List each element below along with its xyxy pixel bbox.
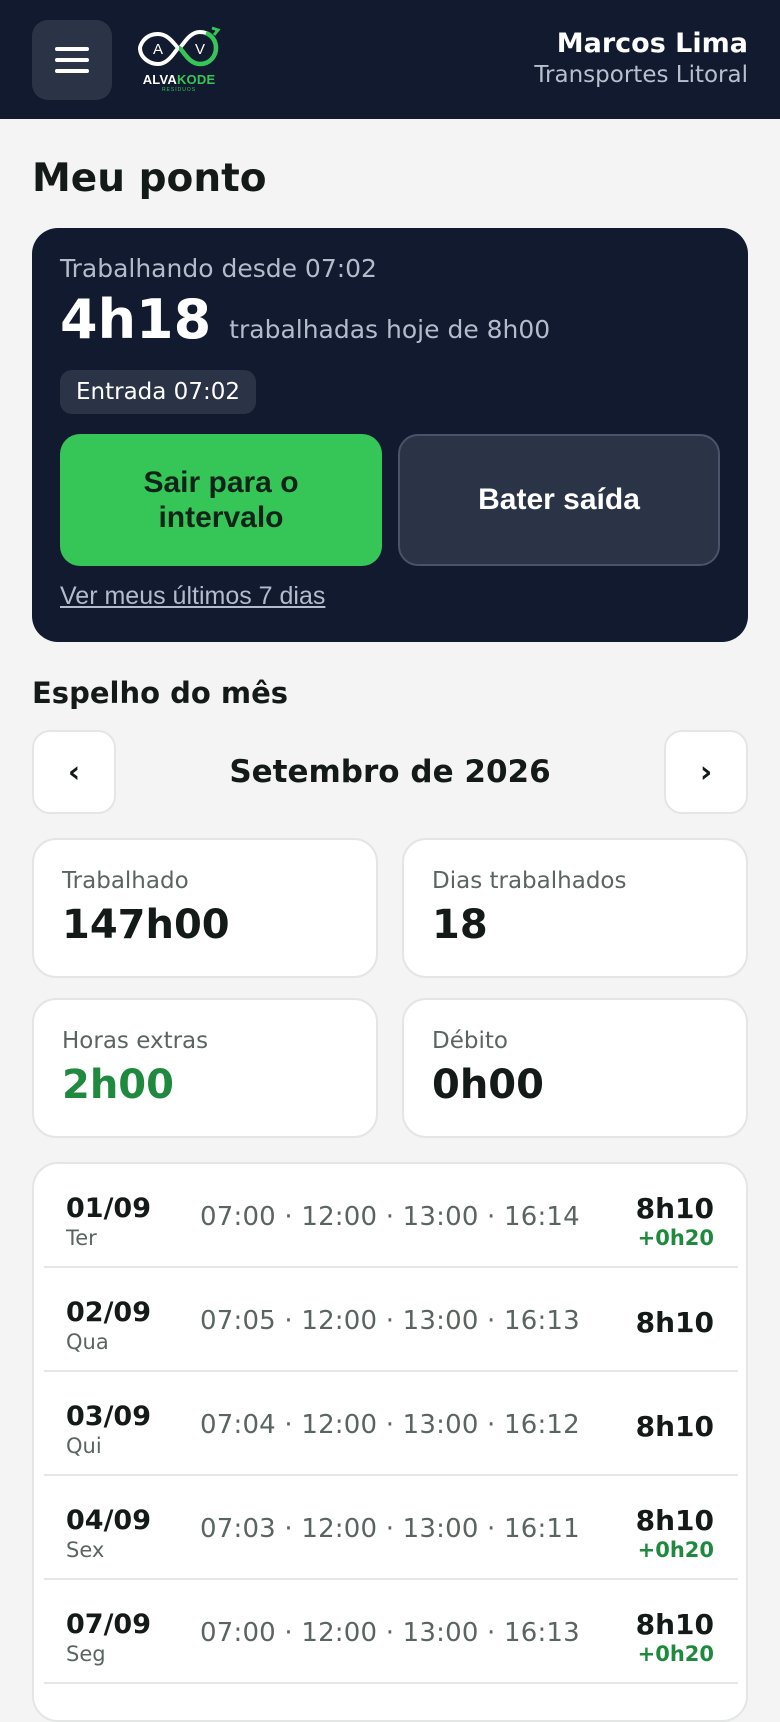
next-month-button[interactable]: › [664, 730, 748, 814]
day-punch-times: 07:04 · 12:00 · 13:00 · 16:12 [200, 1410, 580, 1440]
top-bar: A V ALVAKODE RESÍDUOS Marcos Lima Transp… [0, 0, 780, 119]
stat-label: Trabalhado [62, 868, 189, 894]
day-total: 8h10 [635, 1608, 714, 1641]
last-7-days-link[interactable]: Ver meus últimos 7 dias [60, 582, 325, 611]
day-punch-times: 07:00 · 12:00 · 13:00 · 16:13 [200, 1618, 580, 1648]
day-overtime: +0h20 [637, 1642, 714, 1666]
day-weekday: Qui [66, 1434, 102, 1458]
list-item[interactable]: 04/09 Sex 07:03 · 12:00 · 13:00 · 16:11 … [44, 1476, 738, 1580]
day-date: 01/09 [66, 1193, 152, 1224]
stat-value: 0h00 [432, 1062, 544, 1108]
day-total: 8h10 [635, 1192, 714, 1225]
stat-value: 147h00 [62, 902, 230, 948]
day-date: 02/09 [66, 1297, 152, 1328]
page-title: Meu ponto [32, 156, 267, 201]
day-date: 04/09 [66, 1505, 152, 1536]
stat-label: Horas extras [62, 1028, 209, 1054]
user-info: Marcos Lima Transportes Litoral [534, 28, 748, 90]
menu-icon-line [55, 58, 89, 62]
current-month-label: Setembro de 2026 [229, 754, 551, 790]
stat-card-debit: Débito 0h00 [402, 998, 748, 1138]
previous-month-button[interactable]: ‹ [32, 730, 116, 814]
menu-icon-line [55, 47, 89, 51]
day-total: 8h10 [635, 1504, 714, 1537]
list-item[interactable]: 02/09 Qua 07:05 · 12:00 · 13:00 · 16:13 … [44, 1268, 738, 1372]
stat-label: Débito [432, 1028, 508, 1054]
stat-value: 2h00 [62, 1062, 174, 1108]
stat-card-overtime: Horas extras 2h00 [32, 998, 378, 1138]
day-date: 03/09 [66, 1401, 152, 1432]
menu-icon-line [55, 69, 89, 73]
start-break-button[interactable]: Sair para o intervalo [60, 434, 382, 566]
worked-today: 4h18 trabalhadas hoje de 8h00 [60, 288, 550, 351]
working-since-text: Trabalhando desde 07:02 [60, 254, 377, 283]
worked-hours-suffix: trabalhadas hoje de 8h00 [229, 315, 551, 344]
worked-hours-value: 4h18 [60, 288, 212, 351]
logo-subtitle: RESÍDUOS [161, 87, 197, 93]
list-item[interactable]: 03/09 Qui 07:04 · 12:00 · 13:00 · 16:12 … [44, 1372, 738, 1476]
day-weekday: Qua [66, 1330, 109, 1354]
day-overtime: +0h20 [637, 1538, 714, 1562]
daily-records-list: 01/09 Ter 07:00 · 12:00 · 13:00 · 16:14 … [32, 1162, 748, 1722]
day-total: 8h10 [635, 1410, 714, 1443]
company-name: Transportes Litoral [534, 62, 748, 88]
month-navigator: ‹ Setembro de 2026 › [32, 730, 748, 814]
clock-out-button[interactable]: Bater saída [398, 434, 720, 566]
chevron-right-icon: › [699, 754, 713, 790]
company-logo: A V ALVAKODE RESÍDUOS [136, 26, 222, 94]
day-weekday: Seg [66, 1642, 106, 1666]
month-section-title: Espelho do mês [32, 676, 289, 710]
stat-card-worked: Trabalhado 147h00 [32, 838, 378, 978]
user-name: Marcos Lima [556, 28, 748, 59]
day-weekday: Ter [66, 1226, 97, 1250]
day-punch-times: 07:00 · 12:00 · 13:00 · 16:14 [200, 1202, 580, 1232]
entry-time-chip: Entrada 07:02 [60, 370, 256, 414]
day-total: 8h10 [635, 1306, 714, 1339]
list-item[interactable]: 01/09 Ter 07:00 · 12:00 · 13:00 · 16:14 … [44, 1164, 738, 1268]
logo-brand: ALVAKODE [142, 72, 216, 87]
chevron-left-icon: ‹ [67, 754, 81, 790]
menu-button[interactable] [32, 20, 112, 100]
svg-text:A: A [153, 41, 163, 58]
day-punch-times: 07:03 · 12:00 · 13:00 · 16:11 [200, 1514, 580, 1544]
day-overtime: +0h20 [637, 1226, 714, 1250]
day-weekday: Sex [66, 1538, 105, 1562]
day-date: 07/09 [66, 1609, 152, 1640]
day-punch-times: 07:05 · 12:00 · 13:00 · 16:13 [200, 1306, 580, 1336]
stat-label: Dias trabalhados [432, 868, 627, 894]
time-clock-card: Trabalhando desde 07:02 4h18 trabalhadas… [32, 228, 748, 642]
svg-text:V: V [195, 41, 205, 58]
logo-mark-icon: A V [137, 26, 221, 67]
stat-value: 18 [432, 902, 488, 948]
list-item[interactable]: 07/09 Seg 07:00 · 12:00 · 13:00 · 16:13 … [44, 1580, 738, 1684]
stat-card-days-worked: Dias trabalhados 18 [402, 838, 748, 978]
